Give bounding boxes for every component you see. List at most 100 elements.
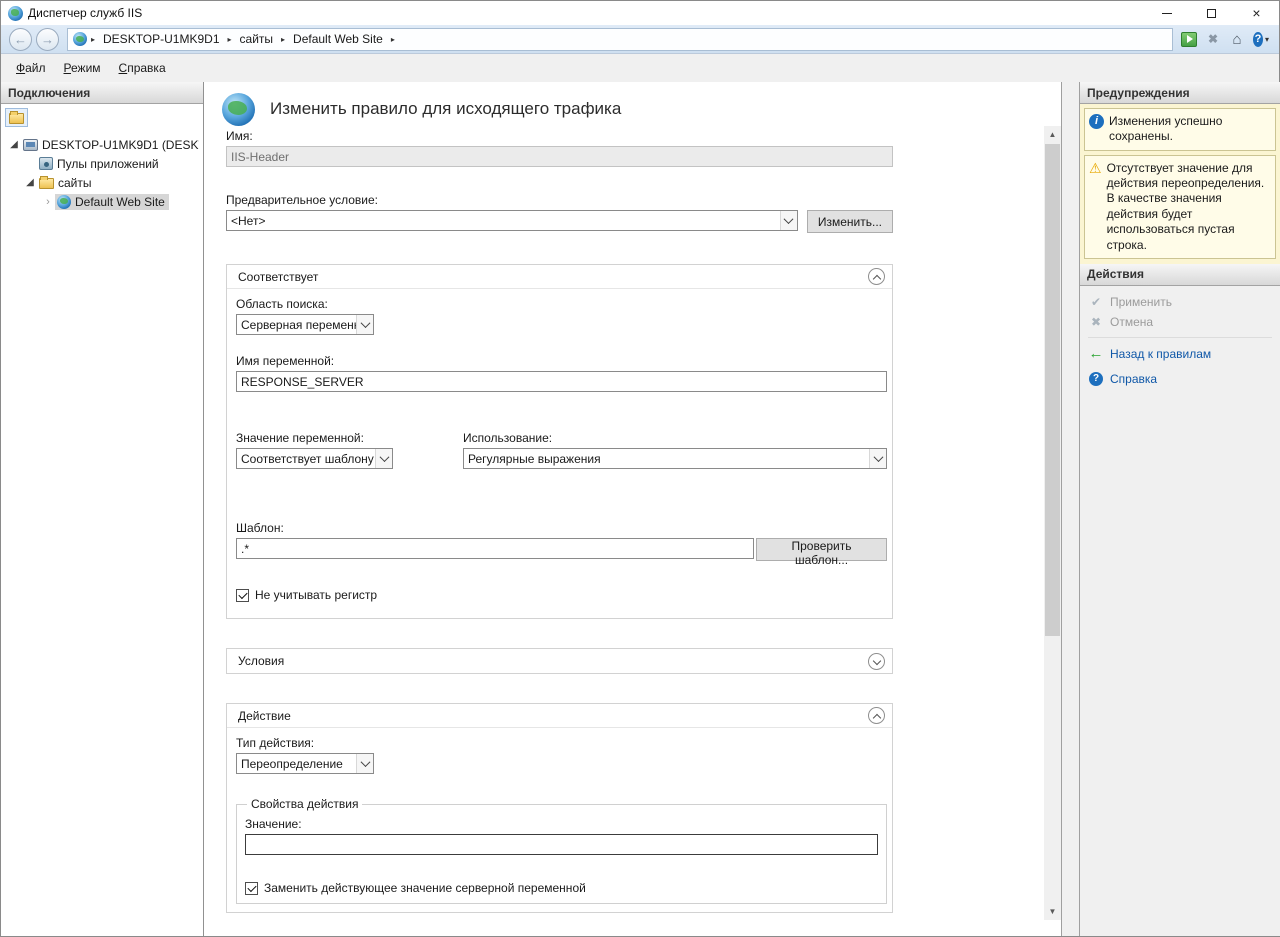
ignore-case-checkbox[interactable]: Не учитывать регистр — [236, 588, 887, 602]
forward-arrow-icon: → — [41, 32, 54, 47]
breadcrumb-item-default-web-site[interactable]: Default Web Site — [289, 31, 387, 47]
match-section-title: Соответствует — [238, 270, 868, 284]
chevron-down-icon — [375, 449, 392, 468]
precondition-select[interactable]: <Нет> — [226, 210, 798, 231]
test-pattern-button[interactable]: Проверить шаблон... — [756, 538, 887, 561]
name-label: Имя: — [226, 129, 893, 143]
application-pools-icon — [39, 157, 53, 170]
apply-icon: ✔ — [1088, 295, 1104, 309]
breadcrumb-separator-icon: ▸ — [390, 35, 396, 44]
back-to-rules-action[interactable]: ← Назад к правилам — [1088, 344, 1272, 364]
scrollbar-thumb[interactable] — [1045, 144, 1060, 636]
back-arrow-icon: ← — [1088, 346, 1104, 361]
save-connection-button[interactable] — [5, 108, 28, 127]
tree-expanded-icon[interactable]: ◢ — [7, 139, 21, 150]
folder-icon — [9, 113, 24, 124]
connections-tree: ◢ DESKTOP-U1MK9D1 (DESKTOP Пулы приложен… — [1, 131, 203, 211]
action-section-header[interactable]: Действие — [227, 704, 892, 728]
action-value-input[interactable] — [245, 834, 878, 855]
using-value: Регулярные выражения — [464, 452, 869, 466]
action-section-title: Действие — [238, 709, 868, 723]
info-alert: i Изменения успешно сохранены. — [1084, 108, 1276, 151]
tree-label-app-pools: Пулы приложений — [57, 157, 159, 171]
scroll-down-button[interactable]: ▼ — [1044, 903, 1061, 920]
variable-value-select[interactable]: Соответствует шаблону — [236, 448, 393, 469]
tree-item-default-web-site[interactable]: › Default Web Site — [1, 192, 203, 211]
using-select[interactable]: Регулярные выражения — [463, 448, 887, 469]
action-type-select[interactable]: Переопределение — [236, 753, 374, 774]
conditions-section-title: Условия — [238, 654, 868, 668]
app-icon — [8, 6, 23, 21]
menu-file[interactable]: Файл — [7, 57, 55, 79]
minimize-button[interactable] — [1144, 1, 1189, 25]
home-icon[interactable]: ⌂ — [1229, 32, 1245, 47]
tree-item-server[interactable]: ◢ DESKTOP-U1MK9D1 (DESKTOP — [1, 135, 203, 154]
scope-value: Серверная переменн — [237, 318, 356, 332]
sync-icon[interactable] — [1181, 32, 1197, 47]
cancel-icon: ✖ — [1088, 315, 1104, 329]
conditions-section-header[interactable]: Условия — [227, 649, 892, 673]
using-label: Использование: — [463, 431, 887, 445]
scroll-up-button[interactable]: ▲ — [1044, 126, 1061, 143]
cancel-label: Отмена — [1110, 315, 1153, 329]
back-button[interactable]: ← — [9, 28, 32, 51]
main-panel: Изменить правило для исходящего трафика … — [204, 82, 1062, 936]
iis-manager-window: Диспетчер служб IIS × ← → ▸ DESKTOP-U1MK… — [0, 0, 1280, 937]
maximize-button[interactable] — [1189, 1, 1234, 25]
apply-action: ✔ Применить — [1088, 292, 1272, 312]
rule-form: Имя: Предварительное условие: <Нет> Изме… — [226, 129, 893, 913]
back-to-rules-label: Назад к правилам — [1110, 347, 1211, 361]
tree-label-server: DESKTOP-U1MK9D1 (DESKTOP — [42, 138, 199, 152]
right-panel: Предупреждения i Изменения успешно сохра… — [1079, 82, 1280, 936]
content-area: Подключения ◢ DESKTOP-U1MK9D1 (DESKTOP — [1, 82, 1279, 936]
tree-item-sites[interactable]: ◢ сайты — [1, 173, 203, 192]
connections-header: Подключения — [1, 82, 203, 104]
help-icon: ? — [1088, 372, 1104, 386]
stop-icon[interactable]: ✖ — [1205, 32, 1221, 47]
website-globe-icon — [57, 195, 71, 209]
forward-button[interactable]: → — [36, 28, 59, 51]
help-action[interactable]: ? Справка — [1088, 369, 1272, 389]
breadcrumb-item-server[interactable]: DESKTOP-U1MK9D1 — [99, 31, 223, 47]
warning-alert-text: Отсутствует значение для действия переоп… — [1107, 161, 1271, 253]
actions-list: ✔ Применить ✖ Отмена ← Назад к правилам … — [1080, 286, 1280, 395]
replace-value-checkbox[interactable]: Заменить действующее значение серверной … — [245, 881, 878, 895]
match-section-header[interactable]: Соответствует — [227, 265, 892, 289]
breadcrumb-separator-icon: ▸ — [227, 35, 233, 44]
collapse-section-icon[interactable] — [868, 268, 885, 285]
cancel-action: ✖ Отмена — [1088, 312, 1272, 332]
pattern-input[interactable] — [236, 538, 754, 559]
breadcrumb: ▸ DESKTOP-U1MK9D1 ▸ сайты ▸ Default Web … — [67, 28, 1173, 51]
breadcrumb-item-sites[interactable]: сайты — [236, 31, 278, 47]
tree-item-app-pools[interactable]: Пулы приложений — [1, 154, 203, 173]
help-menu[interactable]: ?▾ — [1253, 32, 1269, 47]
name-input — [226, 146, 893, 167]
tree-expanded-icon[interactable]: ◢ — [23, 177, 37, 188]
back-arrow-icon: ← — [14, 32, 27, 47]
collapse-section-icon[interactable] — [868, 707, 885, 724]
action-value-label: Значение: — [245, 817, 878, 831]
maximize-icon — [1207, 9, 1216, 18]
tree-collapsed-icon[interactable]: › — [41, 196, 55, 208]
navigation-bar: ← → ▸ DESKTOP-U1MK9D1 ▸ сайты ▸ Default … — [1, 25, 1279, 54]
replace-value-label: Заменить действующее значение серверной … — [264, 881, 586, 895]
edit-precondition-button[interactable]: Изменить... — [807, 210, 893, 233]
page-globe-icon — [222, 93, 255, 126]
iis-globe-icon — [8, 6, 23, 21]
scope-select[interactable]: Серверная переменн — [236, 314, 374, 335]
match-section: Соответствует Область поиска: Серверная … — [226, 264, 893, 619]
window-title: Диспетчер служб IIS — [28, 6, 142, 20]
close-icon: × — [1252, 6, 1260, 20]
menu-help[interactable]: Справка — [110, 57, 175, 79]
close-button[interactable]: × — [1234, 1, 1279, 25]
vertical-scrollbar[interactable]: ▲ ▼ — [1044, 126, 1061, 920]
precondition-value: <Нет> — [227, 214, 780, 228]
variable-name-input[interactable] — [236, 371, 887, 392]
expand-section-icon[interactable] — [868, 653, 885, 670]
menu-view[interactable]: Режим — [55, 57, 110, 79]
scope-label: Область поиска: — [236, 297, 887, 311]
apply-label: Применить — [1110, 295, 1172, 309]
action-section: Действие Тип действия: Переопределение С… — [226, 703, 893, 913]
menu-bar: Файл Режим Справка — [1, 54, 1279, 82]
site-globe-icon — [73, 32, 87, 46]
